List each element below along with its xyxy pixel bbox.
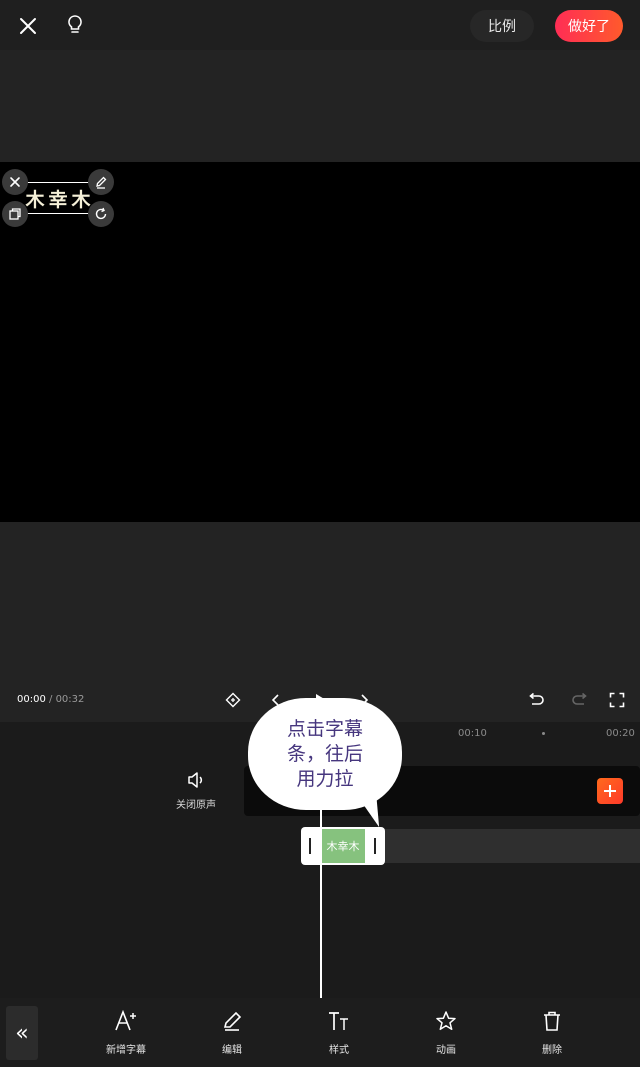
tool-label: 编辑 xyxy=(222,1045,242,1056)
preview-background-top xyxy=(0,50,640,162)
tool-label: 动画 xyxy=(436,1045,456,1056)
copy-icon xyxy=(9,208,21,220)
plus-icon xyxy=(604,785,616,797)
subtitle-delete-handle[interactable] xyxy=(2,169,28,195)
timeline-tick: 00:10 xyxy=(458,728,487,739)
subtitle-clip-label[interactable]: 木幸木 xyxy=(321,829,365,863)
add-clip-button[interactable] xyxy=(597,778,623,804)
star-icon xyxy=(433,1008,459,1034)
close-icon[interactable] xyxy=(12,10,44,42)
trash-icon xyxy=(539,1008,565,1034)
tool-label: 新增字幕 xyxy=(106,1045,146,1056)
collapse-button[interactable]: « xyxy=(6,1006,38,1060)
tool-label: 删除 xyxy=(542,1045,562,1056)
fullscreen-icon[interactable] xyxy=(605,688,629,712)
current-time: 00:00 xyxy=(17,694,46,705)
rotate-icon xyxy=(95,207,107,220)
tip-bubble: 点击字幕 条，往后 用力拉 xyxy=(248,698,402,810)
tool-style[interactable]: 样式 xyxy=(309,1008,369,1060)
subtitle-rotate-handle[interactable] xyxy=(88,201,114,227)
timeline-tick: 00:20 xyxy=(606,728,635,739)
tool-delete[interactable]: 删除 xyxy=(522,1008,582,1060)
edit-icon xyxy=(219,1008,245,1034)
tip-line: 用力拉 xyxy=(296,767,354,790)
clip-trim-handle-right[interactable] xyxy=(374,838,376,854)
subtitle-edit-handle[interactable] xyxy=(88,169,114,195)
lightbulb-icon[interactable] xyxy=(59,9,91,41)
undo-icon[interactable] xyxy=(524,688,548,712)
clip-trim-handle-left[interactable] xyxy=(309,838,311,854)
tool-add-subtitle[interactable]: 新增字幕 xyxy=(96,1008,156,1060)
text-track[interactable] xyxy=(384,829,640,863)
time-separator: / xyxy=(45,694,56,705)
tool-edit[interactable]: 编辑 xyxy=(202,1008,262,1060)
redo-icon[interactable] xyxy=(568,688,592,712)
top-bar xyxy=(0,0,640,50)
subtitle-copy-handle[interactable] xyxy=(2,201,28,227)
add-text-icon xyxy=(113,1008,139,1034)
mute-original-label: 关闭原声 xyxy=(176,800,216,811)
timecode: 00:00 / 00:32 xyxy=(17,694,84,705)
tool-label: 样式 xyxy=(329,1045,349,1056)
done-button[interactable]: 做好了 xyxy=(555,10,623,42)
tip-line: 点击字幕 xyxy=(286,717,363,740)
timeline-tick-dot xyxy=(542,732,545,735)
edit-icon xyxy=(96,176,107,189)
text-style-icon xyxy=(326,1008,352,1034)
speaker-icon xyxy=(188,772,203,788)
total-time: 00:32 xyxy=(55,694,85,705)
ratio-button[interactable]: 比例 xyxy=(470,10,534,42)
tool-animation[interactable]: 动画 xyxy=(416,1008,476,1060)
tip-line: 条，往后 xyxy=(286,742,363,765)
close-icon xyxy=(10,177,20,187)
keyframe-icon[interactable] xyxy=(221,688,245,712)
